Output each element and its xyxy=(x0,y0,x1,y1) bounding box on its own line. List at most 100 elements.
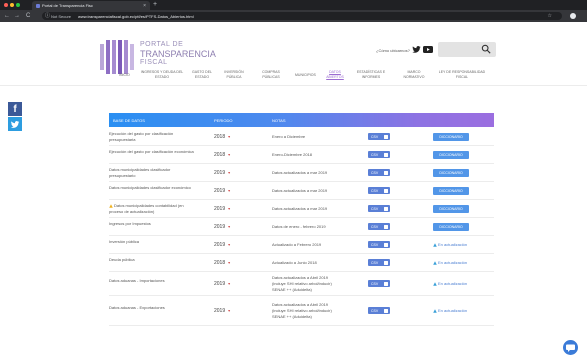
year-select[interactable]: 2019 ▾ xyxy=(214,308,230,314)
year-value: 2019 xyxy=(214,308,226,314)
year-select[interactable]: 2018 ▾ xyxy=(214,260,230,266)
profile-avatar[interactable] xyxy=(570,13,576,19)
dictionary-button[interactable]: DICCIONARIO xyxy=(433,187,469,195)
contact-link[interactable]: ¿Cómo ubicarnos? xyxy=(376,48,410,53)
tab-close-icon[interactable]: × xyxy=(143,3,146,9)
year-select[interactable]: 2019 ▾ xyxy=(214,206,230,212)
maximize-window-button[interactable] xyxy=(16,3,20,7)
search-icon[interactable] xyxy=(481,44,491,54)
update-label: En actualización xyxy=(438,281,468,286)
site-info-icon[interactable]: ⓘ xyxy=(45,13,50,19)
year-select[interactable]: 2018 ▾ xyxy=(214,134,230,140)
csv-label: CSV xyxy=(371,242,379,247)
logo-line-3: FISCAL xyxy=(140,59,168,66)
csv-download-button[interactable]: CSV xyxy=(368,223,390,230)
new-tab-button[interactable]: + xyxy=(153,1,157,9)
year-value: 2018 xyxy=(214,152,226,158)
refresh-icon xyxy=(433,260,437,265)
csv-download-button[interactable]: CSV xyxy=(368,259,390,266)
row-dataset-label: Datos municipalidades clasificador presu… xyxy=(109,167,171,178)
year-value: 2019 xyxy=(214,281,226,287)
bookmark-star-icon[interactable]: ☆ xyxy=(548,13,552,19)
table-row: Datos aduanas - Importaciones 2019 ▾ Datos … xyxy=(109,272,494,296)
search-input[interactable] xyxy=(438,42,496,57)
row-dataset-name: Ejecución del gasto por clasificación ec… xyxy=(109,149,195,155)
reload-button[interactable]: C xyxy=(26,12,30,20)
nav-item-compras[interactable]: COMPRAS PÚBLICAS xyxy=(260,70,282,80)
url-field[interactable]: ⓘ Not Secure www.transparenciafiscal.gob… xyxy=(42,12,562,20)
csv-download-button[interactable]: CSV xyxy=(368,151,390,158)
twitter-icon[interactable] xyxy=(412,45,421,54)
row-dataset-label: Datos aduanas - Exportaciones xyxy=(109,305,165,310)
nav-item-ley[interactable]: LEY DE RESPONSABILIDAD FISCAL xyxy=(437,70,487,80)
year-select[interactable]: 2019 ▾ xyxy=(214,224,230,230)
portal-logo-icon[interactable] xyxy=(98,40,136,74)
csv-label: CSV xyxy=(371,188,379,193)
csv-file-icon xyxy=(384,242,388,247)
dictionary-button[interactable]: DICCIONARIO xyxy=(433,169,469,177)
csv-download-button[interactable]: CSV xyxy=(368,187,390,194)
row-dataset-label: Datos municipalidades contabilidad (en p… xyxy=(109,203,184,214)
nav-item-inversion[interactable]: INVERSIÓN PÚBLICA xyxy=(222,70,246,80)
row-dataset-name: Inversión pública xyxy=(109,239,195,245)
csv-download-button[interactable]: CSV xyxy=(368,169,390,176)
logo-line-2: TRANSPARENCIA xyxy=(140,49,216,59)
col-header-name: BASE DE DATOS xyxy=(113,118,145,123)
nav-item-gasto[interactable]: GASTO DEL ESTADO xyxy=(189,70,215,80)
year-value: 2019 xyxy=(214,224,226,230)
year-select[interactable]: 2019 ▾ xyxy=(214,188,230,194)
caret-down-icon: ▾ xyxy=(228,170,231,175)
twitter-side-icon[interactable] xyxy=(8,117,22,131)
refresh-icon xyxy=(433,281,437,286)
csv-download-button[interactable]: CSV xyxy=(368,307,390,314)
update-status: En actualización xyxy=(433,260,467,265)
csv-download-button[interactable]: CSV xyxy=(368,280,390,287)
nav-item-estadisticas[interactable]: ESTADÍSTICAS E INFORMES xyxy=(355,70,387,80)
csv-label: CSV xyxy=(371,224,379,229)
update-label: En actualización xyxy=(438,308,468,313)
csv-file-icon xyxy=(384,134,388,139)
row-dataset-name: Deuda pública xyxy=(109,257,195,263)
row-note: Enero a Diciembre xyxy=(272,134,306,139)
row-dataset-label: Deuda pública xyxy=(109,257,135,262)
facebook-icon[interactable]: f xyxy=(8,102,22,116)
update-label: En actualización xyxy=(438,260,468,265)
youtube-icon[interactable] xyxy=(423,46,433,53)
csv-download-button[interactable]: CSV xyxy=(368,241,390,248)
nav-item-datos-abiertos[interactable]: DATOS ABIERTOS xyxy=(324,70,346,80)
dictionary-button[interactable]: DICCIONARIO xyxy=(433,151,469,159)
csv-download-button[interactable]: CSV xyxy=(368,133,390,140)
nav-item-inicio[interactable]: INICIO xyxy=(119,73,130,78)
row-note: Datos actualizados a Abril 2019 (incluye… xyxy=(272,275,332,292)
minimize-window-button[interactable] xyxy=(10,3,14,7)
nav-item-ingresos[interactable]: INGRESOS Y DEUDA DEL ESTADO xyxy=(138,70,186,80)
chat-button[interactable] xyxy=(563,340,578,355)
table-row: Ejecución del gasto por clasificación ec… xyxy=(109,146,494,164)
nav-item-municipios[interactable]: MUNICIPIOS xyxy=(295,73,316,78)
back-button[interactable]: ← xyxy=(4,12,10,20)
year-select[interactable]: 2019 ▾ xyxy=(214,281,230,287)
caret-down-icon: ▾ xyxy=(228,242,231,247)
csv-file-icon xyxy=(384,152,388,157)
chat-icon xyxy=(566,344,575,352)
row-dataset-name: Datos municipalidades clasificador econó… xyxy=(109,185,195,191)
update-status: En actualización xyxy=(433,242,467,247)
year-value: 2019 xyxy=(214,170,226,176)
year-select[interactable]: 2019 ▾ xyxy=(214,242,230,248)
nav-item-marco[interactable]: MARCO NORMATIVO xyxy=(401,70,427,80)
row-dataset-name: Datos municipalidades clasificador presu… xyxy=(109,167,195,179)
row-note: Datos actualizados a mar 2019 xyxy=(272,188,328,193)
table-row: Ingresos por Impuestos 2019 ▾ Datos de ener… xyxy=(109,218,494,236)
browser-tab[interactable]: Portal de Transparencia Fisc × xyxy=(32,1,150,10)
col-header-period: PERIODO xyxy=(214,118,233,123)
year-select[interactable]: 2019 ▾ xyxy=(214,170,230,176)
csv-download-button[interactable]: CSV xyxy=(368,205,390,212)
dictionary-button[interactable]: DICCIONARIO xyxy=(433,133,469,141)
close-window-button[interactable] xyxy=(4,3,8,7)
caret-down-icon: ▾ xyxy=(228,281,231,286)
year-select[interactable]: 2018 ▾ xyxy=(214,152,230,158)
dictionary-button[interactable]: DICCIONARIO xyxy=(433,205,469,213)
update-label: En actualización xyxy=(438,242,468,247)
dictionary-button[interactable]: DICCIONARIO xyxy=(433,223,469,231)
forward-button[interactable]: → xyxy=(14,12,20,20)
